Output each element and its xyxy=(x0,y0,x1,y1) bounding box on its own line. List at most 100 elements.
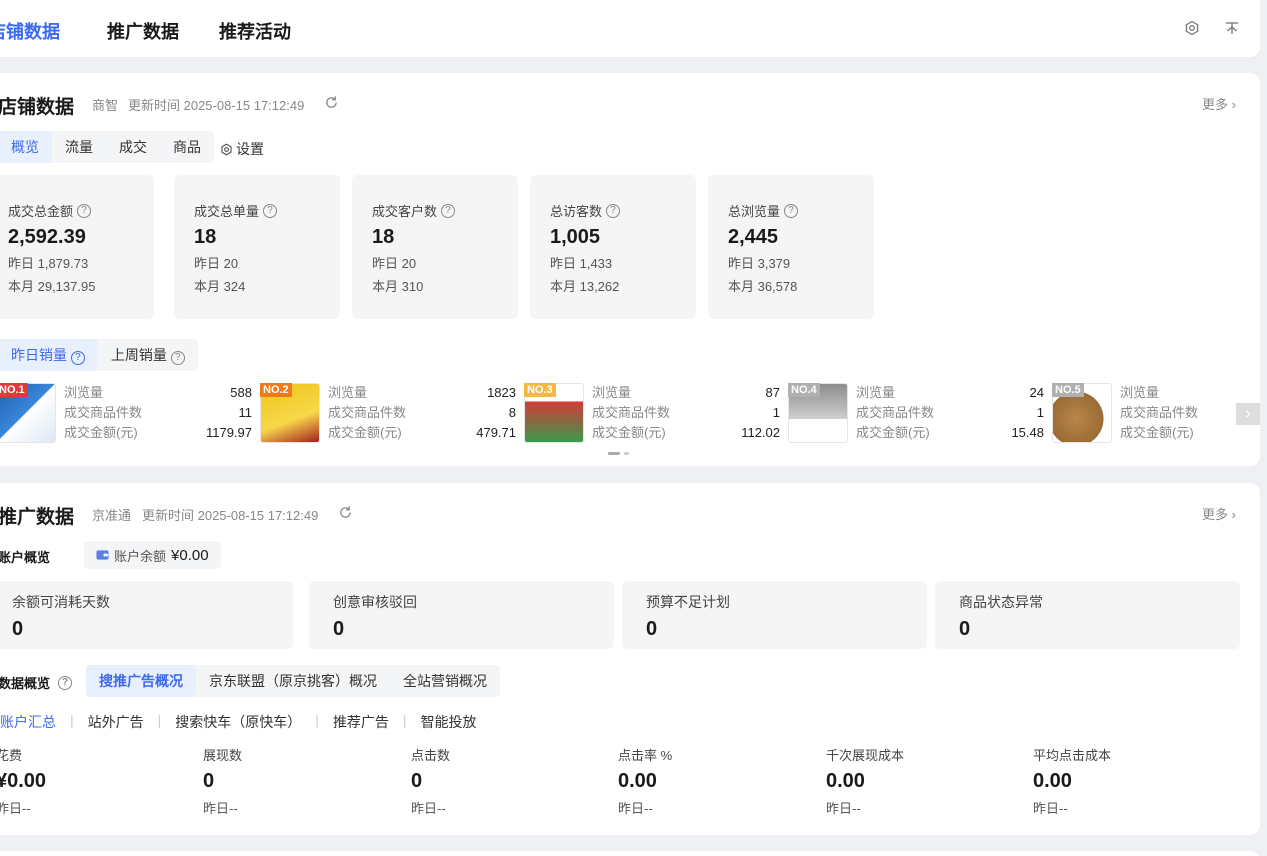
tab-recommended-activity[interactable]: 推荐活动 xyxy=(219,18,291,44)
stat-month: 本月 29,137.95 xyxy=(8,279,96,294)
divider: | xyxy=(70,712,74,728)
views-label: 浏览量 xyxy=(328,385,368,400)
help-icon[interactable]: ? xyxy=(441,203,456,218)
rank-badge: NO.5 xyxy=(1052,383,1084,397)
metric-subnav: 账户汇总 | 站外广告 | 搜索快车（原快车） | 推荐广告 | 智能投放 xyxy=(0,712,477,732)
items-label: 成交商品件数 xyxy=(856,405,935,420)
help-icon[interactable]: ? xyxy=(77,203,92,218)
rank-badge: NO.4 xyxy=(788,383,820,397)
metric-value: 0.00 xyxy=(618,770,657,792)
tab-full-site[interactable]: 全站营销概况 xyxy=(390,665,500,697)
tab-overview[interactable]: 概览 xyxy=(0,131,52,163)
amount-label: 成交金额(元) xyxy=(328,425,402,440)
tab-yesterday-sales[interactable]: 昨日销量 ? xyxy=(0,339,98,371)
promo-updated-time: 更新时间 2025-08-15 17:12:49 xyxy=(142,508,319,523)
stat-value: 2,445 xyxy=(728,226,779,248)
rank-badge: NO.1 xyxy=(0,383,28,397)
subnav-account-summary[interactable]: 账户汇总 xyxy=(0,712,56,732)
store-more-link[interactable]: 更多 › xyxy=(1202,94,1236,113)
tab-deals[interactable]: 成交 xyxy=(106,131,160,163)
divider: | xyxy=(315,712,319,728)
alert-card[interactable]: 创意审核驳回 0 xyxy=(309,581,614,649)
settings-link[interactable]: 设置 xyxy=(220,139,264,159)
subnav-offsite-ads[interactable]: 站外广告 xyxy=(88,712,144,732)
subnav-recommended-ads[interactable]: 推荐广告 xyxy=(333,712,389,732)
rank-badge: NO.3 xyxy=(524,383,556,397)
carousel-dot[interactable] xyxy=(624,452,629,455)
alert-label: 预算不足计划 xyxy=(646,594,730,610)
metric-impressions: 展现数 0 昨日-- xyxy=(203,745,403,817)
product-card[interactable]: NO.1 浏览量 588 成交商品件数 11 成交金额(元) 1179.97 xyxy=(0,383,260,445)
stat-card-customers[interactable]: 成交客户数? 18 昨日 20 本月 310 xyxy=(352,175,518,319)
subnav-smart-delivery[interactable]: 智能投放 xyxy=(421,712,477,732)
metric-value: 0.00 xyxy=(1033,770,1072,792)
alert-value: 0 xyxy=(959,618,971,640)
carousel-dot[interactable] xyxy=(608,452,620,455)
store-card-title: 店铺数据 xyxy=(0,97,75,118)
carousel-next-button[interactable]: › xyxy=(1236,403,1260,425)
settings-icon[interactable] xyxy=(1184,20,1200,36)
amount-label: 成交金额(元) xyxy=(856,425,930,440)
product-card[interactable]: NO.4 浏览量 24 成交商品件数 1 成交金额(元) 15.48 xyxy=(788,383,1052,445)
data-overview-label: 数据概览 xyxy=(0,676,51,691)
tab-promo-data[interactable]: 推广数据 xyxy=(107,18,179,44)
rank-badge: NO.2 xyxy=(260,383,292,397)
help-icon[interactable]: ? xyxy=(263,203,278,218)
amount-label: 成交金额(元) xyxy=(592,425,666,440)
stat-card-pageviews[interactable]: 总浏览量? 2,445 昨日 3,379 本月 36,578 xyxy=(708,175,874,319)
stat-card-orders[interactable]: 成交总单量? 18 昨日 20 本月 324 xyxy=(174,175,340,319)
metric-label: 千次展现成本 xyxy=(826,748,905,763)
stat-card-visitors[interactable]: 总访客数? 1,005 昨日 1,433 本月 13,262 xyxy=(530,175,696,319)
product-card[interactable]: NO.2 浏览量 1823 成交商品件数 8 成交金额(元) 479.71 xyxy=(260,383,524,445)
help-icon[interactable]: ? xyxy=(606,203,621,218)
metric-label: 平均点击成本 xyxy=(1033,748,1112,763)
metric-ctr: 点击率 % 0.00 昨日-- xyxy=(618,745,818,817)
stat-month: 本月 310 xyxy=(372,279,424,294)
stat-label: 总浏览量 xyxy=(728,204,781,219)
stat-card-gmv[interactable]: 成交总金额? 2,592.39 昨日 1,879.73 本月 29,137.95 xyxy=(0,175,154,319)
items-label: 成交商品件数 xyxy=(64,405,143,420)
product-card[interactable]: NO.3 浏览量 87 成交商品件数 1 成交金额(元) 112.02 xyxy=(524,383,788,445)
tab-jd-union[interactable]: 京东联盟（原京挑客）概况 xyxy=(196,665,390,697)
metric-cpm: 千次展现成本 0.00 昨日-- xyxy=(826,745,1026,817)
stat-label: 成交总金额 xyxy=(8,204,74,219)
metric-label: 花费 xyxy=(0,748,23,763)
help-icon[interactable]: ? xyxy=(170,351,185,365)
metric-spend: 花费 ¥0.00 昨日-- xyxy=(0,745,196,817)
items-label: 成交商品件数 xyxy=(1120,405,1199,420)
help-icon[interactable]: ? xyxy=(58,675,73,690)
metric-clicks: 点击数 0 昨日-- xyxy=(411,745,611,817)
alert-card[interactable]: 商品状态异常 0 xyxy=(935,581,1240,649)
amount-label: 成交金额(元) xyxy=(1120,425,1194,440)
product-card[interactable]: NO.5 浏览量 成交商品件数 成交金额(元) xyxy=(1052,383,1267,445)
subnav-search-express[interactable]: 搜索快车（原快车） xyxy=(175,712,301,732)
tab-store-data[interactable]: 店铺数据 xyxy=(0,18,60,44)
refresh-icon[interactable] xyxy=(338,505,353,520)
alert-card[interactable]: 预算不足计划 0 xyxy=(622,581,927,649)
tab-last-week-sales[interactable]: 上周销量 ? xyxy=(98,339,198,371)
alert-label: 余额可消耗天数 xyxy=(12,594,110,610)
tab-products[interactable]: 商品 xyxy=(160,131,214,163)
metric-yesterday: 昨日-- xyxy=(203,801,238,816)
stat-yesterday: 昨日 20 xyxy=(194,256,239,271)
alert-card[interactable]: 余额可消耗天数 0 xyxy=(0,581,293,649)
items-label: 成交商品件数 xyxy=(328,405,407,420)
tab-traffic[interactable]: 流量 xyxy=(52,131,106,163)
tab-search-ads[interactable]: 搜推广告概况 xyxy=(86,665,196,697)
items-value: 1 xyxy=(1036,405,1044,420)
promo-more-link[interactable]: 更多 › xyxy=(1202,504,1236,523)
promo-card-title: 推广数据 xyxy=(0,507,75,528)
account-overview-title: 账户概览 xyxy=(0,550,51,565)
pin-top-icon[interactable] xyxy=(1224,20,1240,36)
metric-value: 0 xyxy=(411,770,423,792)
refresh-icon[interactable] xyxy=(324,95,339,110)
stat-yesterday: 昨日 3,379 xyxy=(728,256,791,271)
items-value: 11 xyxy=(238,405,253,420)
help-icon[interactable]: ? xyxy=(784,203,799,218)
amount-value: 112.02 xyxy=(741,425,780,440)
items-value: 1 xyxy=(772,405,780,420)
help-icon[interactable]: ? xyxy=(70,351,85,365)
stat-yesterday: 昨日 1,879.73 xyxy=(8,256,89,271)
views-label: 浏览量 xyxy=(592,385,632,400)
alert-label: 商品状态异常 xyxy=(959,594,1043,610)
